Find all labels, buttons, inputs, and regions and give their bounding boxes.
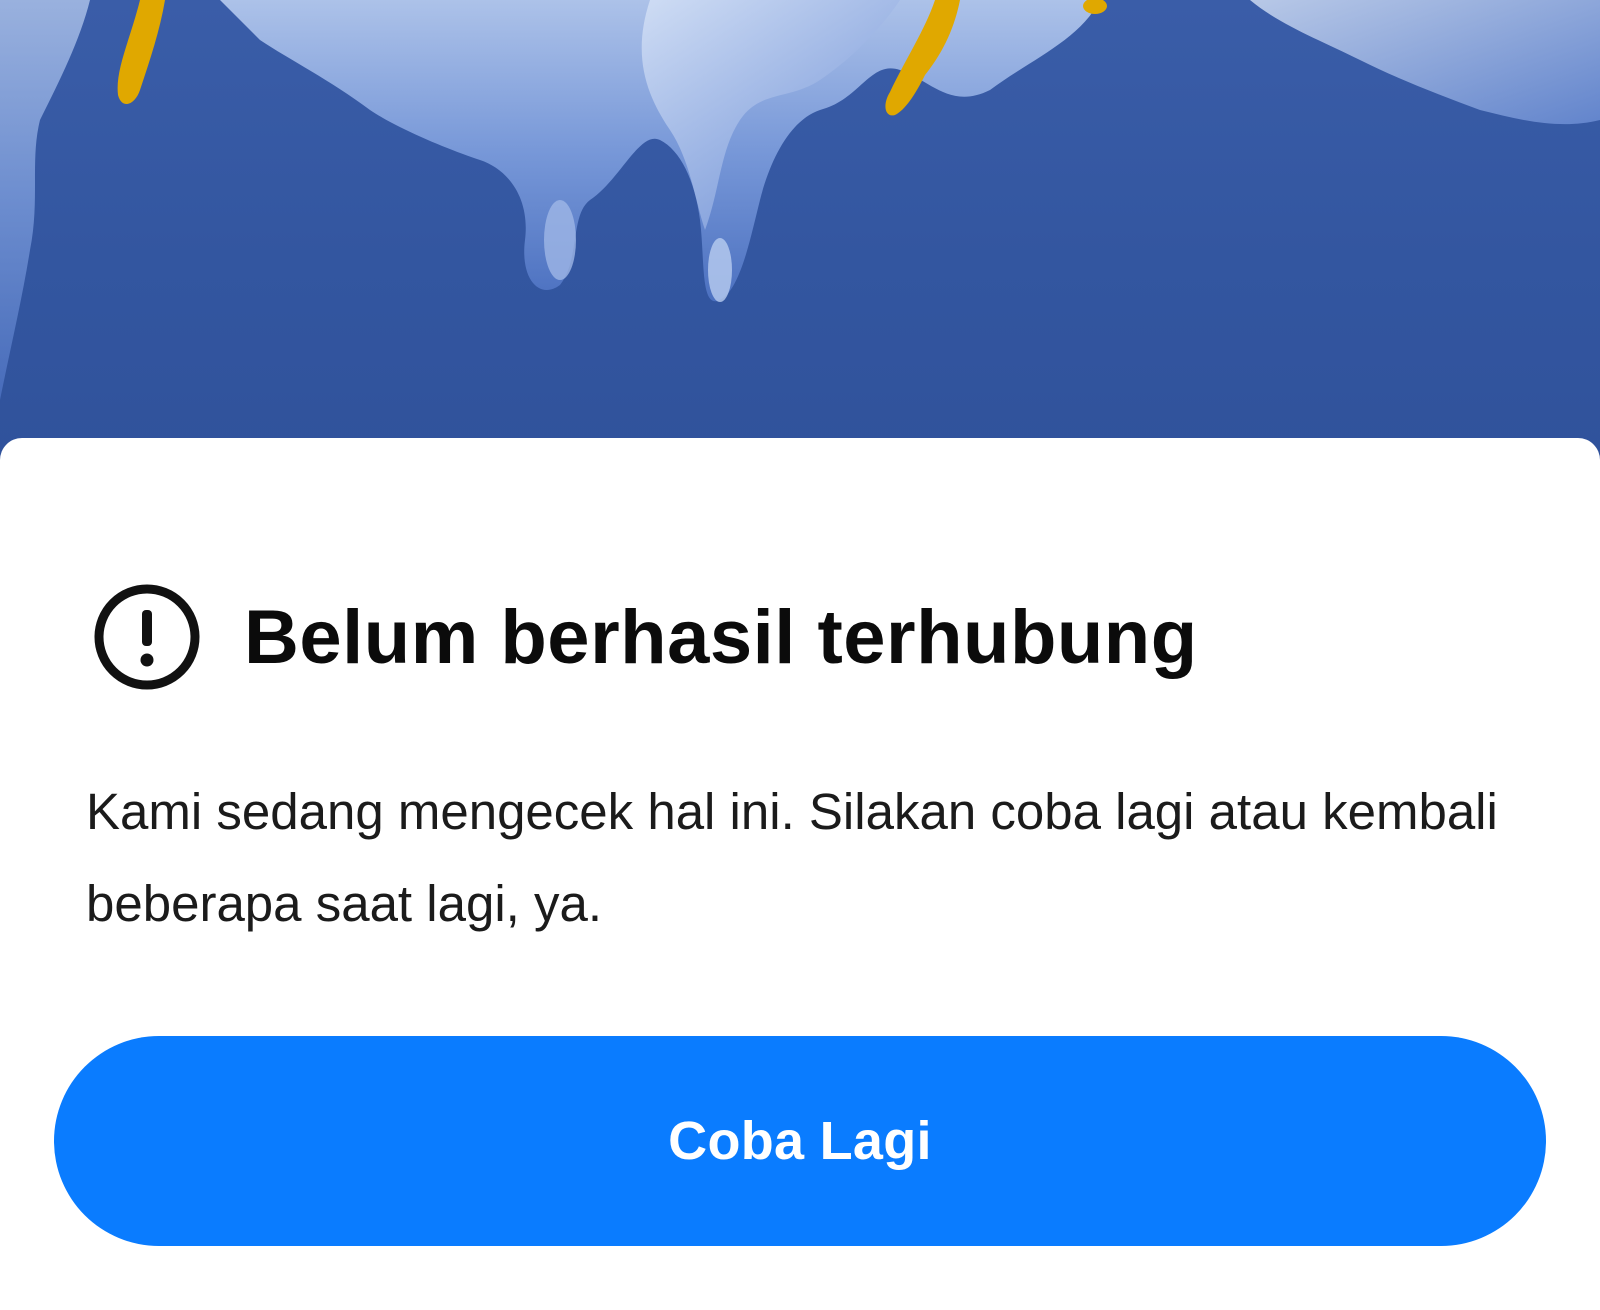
alert-circle-icon: [92, 582, 202, 692]
connection-error-screen: Belum berhasil terhubung Kami sedang men…: [0, 0, 1600, 1310]
error-message: Kami sedang mengecek hal ini. Silakan co…: [86, 783, 1498, 932]
liquid-splash-illustration: [0, 0, 1600, 400]
retry-button[interactable]: Coba Lagi: [54, 1036, 1546, 1246]
error-header: Belum berhasil terhubung: [92, 582, 1198, 692]
error-title: Belum berhasil terhubung: [244, 594, 1198, 680]
retry-button-label: Coba Lagi: [668, 1111, 932, 1171]
hero-banner: [0, 0, 1600, 470]
